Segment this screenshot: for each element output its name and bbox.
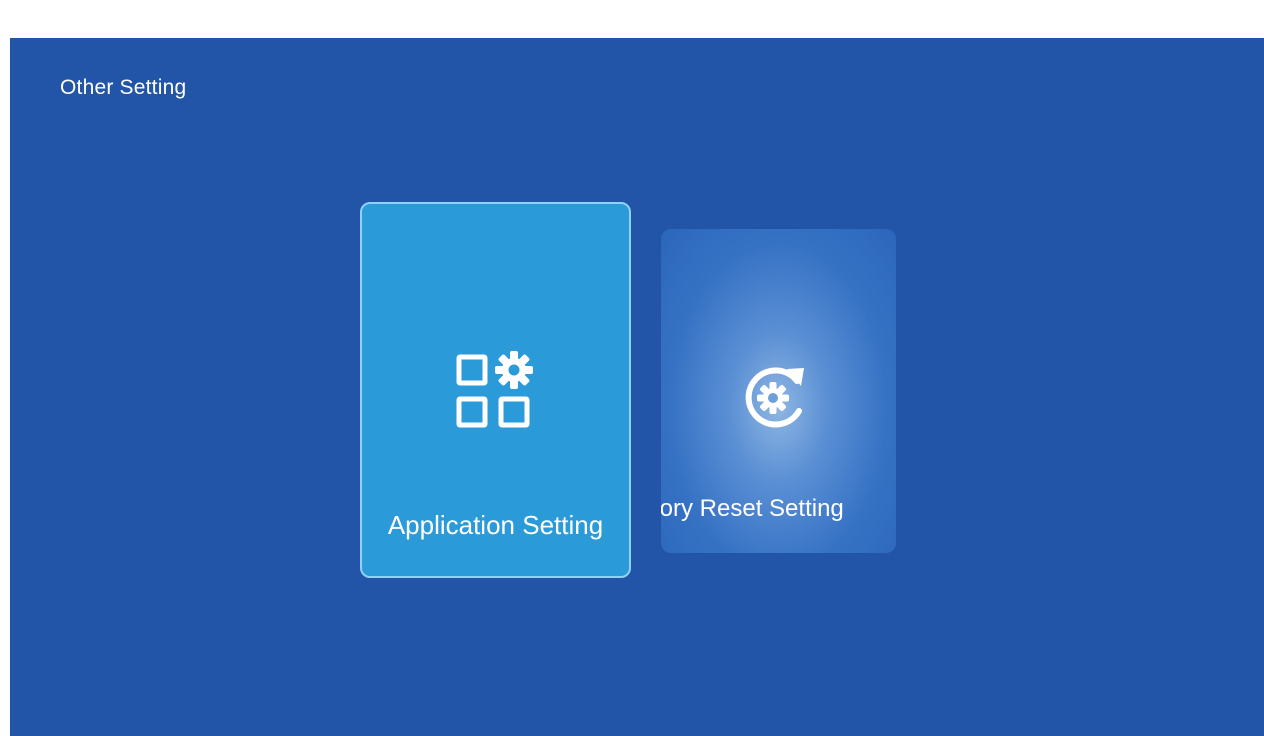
app-settings-icon xyxy=(456,351,533,428)
factory-reset-icon xyxy=(745,367,804,428)
page-title: Other Setting xyxy=(60,76,187,99)
factory-reset-setting-label: Factory Reset Setting xyxy=(661,495,844,522)
application-setting-label: Application Setting xyxy=(387,510,604,540)
settings-screen: Other Setting Application Setting ory Re… xyxy=(10,38,1264,736)
factory-reset-setting-card[interactable]: Factory Reset Setting xyxy=(661,229,896,553)
application-setting-card[interactable]: Application Setting xyxy=(360,202,631,578)
